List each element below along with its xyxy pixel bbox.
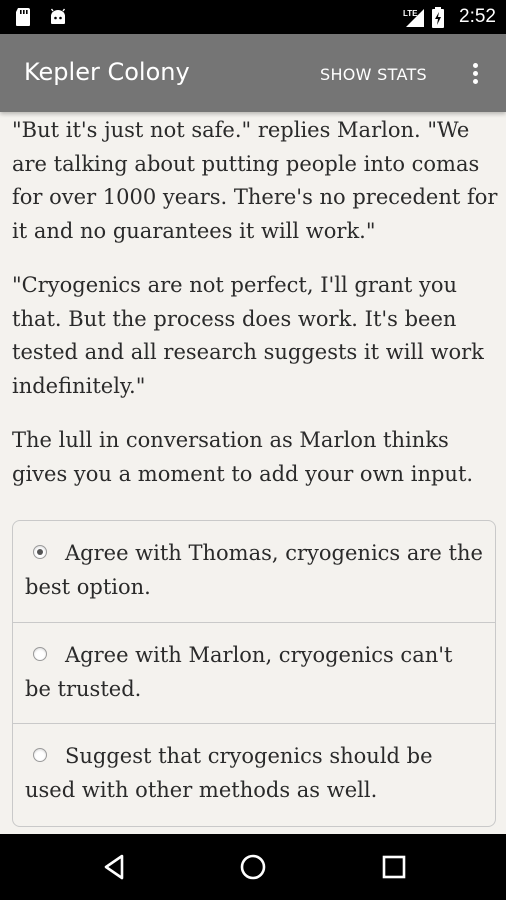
status-bar: LTE 2:52 bbox=[0, 0, 506, 34]
svg-text:LTE: LTE bbox=[403, 9, 418, 18]
signal-lte-icon: LTE bbox=[403, 7, 425, 27]
choice-list: Agree with Thomas, cryogenics are the be… bbox=[12, 520, 496, 827]
navigation-bar bbox=[0, 834, 506, 900]
choice-label: Agree with Thomas, cryogenics are the be… bbox=[25, 541, 483, 599]
back-icon[interactable] bbox=[100, 852, 130, 882]
story-paragraph: "But it's just not safe." replies Marlon… bbox=[12, 118, 498, 243]
status-clock: 2:52 bbox=[459, 6, 496, 27]
android-icon bbox=[48, 7, 68, 27]
show-stats-button[interactable]: SHOW STATS bbox=[320, 65, 427, 84]
radio-button[interactable] bbox=[33, 647, 47, 661]
story-paragraph: "Cryogenics are not perfect, I'll grant … bbox=[12, 273, 484, 398]
radio-button-selected[interactable] bbox=[33, 545, 47, 559]
story-text: "But it's just not safe." replies Marlon… bbox=[12, 114, 498, 512]
story-paragraph: The lull in conversation as Marlon think… bbox=[12, 428, 474, 486]
battery-charging-icon bbox=[431, 7, 451, 28]
app-bar: Kepler Colony SHOW STATS bbox=[0, 34, 506, 112]
sd-card-icon bbox=[14, 7, 34, 27]
choice-label: Suggest that cryogenics should be used w… bbox=[25, 744, 433, 802]
radio-button[interactable] bbox=[33, 748, 47, 762]
more-vert-icon[interactable] bbox=[465, 60, 485, 88]
choice-agree-thomas[interactable]: Agree with Thomas, cryogenics are the be… bbox=[13, 521, 495, 622]
choice-agree-marlon[interactable]: Agree with Marlon, cryogenics can't be t… bbox=[13, 622, 495, 723]
choice-suggest-other-methods[interactable]: Suggest that cryogenics should be used w… bbox=[13, 723, 495, 824]
app-title: Kepler Colony bbox=[24, 58, 190, 86]
home-icon[interactable] bbox=[238, 852, 268, 882]
recents-icon[interactable] bbox=[379, 852, 409, 882]
choice-label: Agree with Marlon, cryogenics can't be t… bbox=[25, 643, 453, 701]
